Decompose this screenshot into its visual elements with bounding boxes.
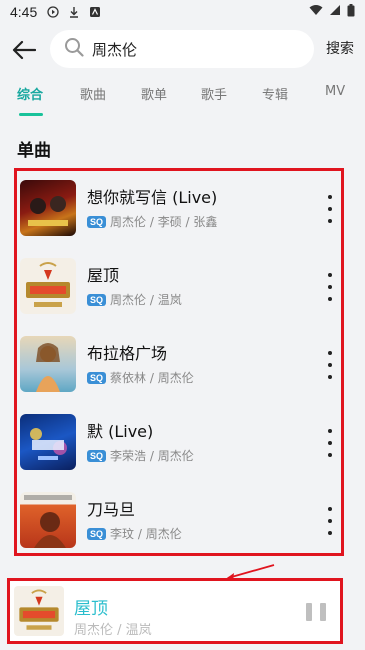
sq-quality-badge: SQ [87,527,107,540]
battery-icon [347,3,355,21]
search-box[interactable] [50,30,314,68]
song-meta: SQ 李荣浩 / 周杰伦 [87,447,194,464]
album-cover [20,414,76,470]
search-icon [64,37,84,61]
more-options-icon[interactable] [325,351,335,379]
song-artists: 蔡依林 / 周杰伦 [110,371,194,385]
search-header: 搜索 [0,28,365,70]
search-input[interactable] [92,40,292,58]
tab-artists[interactable]: 歌手 [201,84,227,103]
song-list: 想你就写信 (Live) SQ 周杰伦 / 李硕 / 张鑫 屋顶 SQ 周杰伦 … [14,168,344,556]
back-arrow-icon [12,40,36,60]
song-title: 想你就写信 (Live) [87,188,218,207]
song-title: 刀马旦 [87,500,136,519]
download-icon [68,6,80,18]
tab-playlists[interactable]: 歌单 [141,84,167,103]
tab-mv[interactable]: MV [325,84,345,99]
category-tabs: 综合 歌曲 歌单 歌手 专辑 MV [0,84,365,114]
sq-quality-badge: SQ [87,215,107,228]
status-time: 4:45 [10,4,38,20]
song-artists: 周杰伦 / 温岚 [110,293,182,307]
status-bar: 4:45 [0,0,365,24]
status-right [309,3,355,21]
song-artists: 李玟 / 周杰伦 [110,527,182,541]
song-meta: SQ 蔡依林 / 周杰伦 [87,369,194,386]
song-title: 屋顶 [87,266,120,285]
song-artists: 李荣浩 / 周杰伦 [110,449,194,463]
song-meta: SQ 周杰伦 / 李硕 / 张鑫 [87,213,217,230]
sq-quality-badge: SQ [87,371,107,384]
play-notification-icon [47,6,59,18]
now-playing-bar[interactable]: 屋顶 周杰伦 / 温岚 [7,578,343,644]
song-row[interactable]: 刀马旦 SQ 李玟 / 周杰伦 [17,483,341,553]
more-options-icon[interactable] [325,507,335,535]
more-options-icon[interactable] [325,429,335,457]
search-button[interactable]: 搜索 [326,38,354,58]
sq-quality-badge: SQ [87,449,107,462]
song-row[interactable]: 屋顶 SQ 周杰伦 / 温岚 [17,249,341,327]
song-meta: SQ 李玟 / 周杰伦 [87,525,182,542]
tab-all[interactable]: 综合 [17,84,43,103]
album-cover [20,492,76,548]
sq-quality-badge: SQ [87,293,107,306]
back-button[interactable] [10,36,38,64]
song-row[interactable]: 布拉格广场 SQ 蔡依林 / 周杰伦 [17,327,341,405]
now-playing-title: 屋顶 [74,599,108,619]
album-cover [20,258,76,314]
tab-albums[interactable]: 专辑 [262,84,288,103]
song-meta: SQ 周杰伦 / 温岚 [87,291,182,308]
now-playing-cover [14,586,64,636]
song-artists: 周杰伦 / 李硕 / 张鑫 [110,215,218,229]
section-title-singles: 单曲 [17,141,51,161]
more-options-icon[interactable] [325,273,335,301]
song-title: 默 (Live) [87,422,154,441]
active-tab-indicator [19,113,43,116]
more-options-icon[interactable] [325,195,335,223]
tab-songs[interactable]: 歌曲 [80,84,106,103]
now-playing-artist: 周杰伦 / 温岚 [74,623,152,638]
album-cover [20,180,76,236]
album-cover [20,336,76,392]
song-title: 布拉格广场 [87,344,168,363]
wifi-icon [309,4,323,20]
pause-icon[interactable] [306,603,326,623]
song-row[interactable]: 想你就写信 (Live) SQ 周杰伦 / 李硕 / 张鑫 [17,171,341,249]
signal-icon [329,4,341,20]
app-notification-icon [89,6,101,18]
song-row[interactable]: 默 (Live) SQ 李荣浩 / 周杰伦 [17,405,341,483]
